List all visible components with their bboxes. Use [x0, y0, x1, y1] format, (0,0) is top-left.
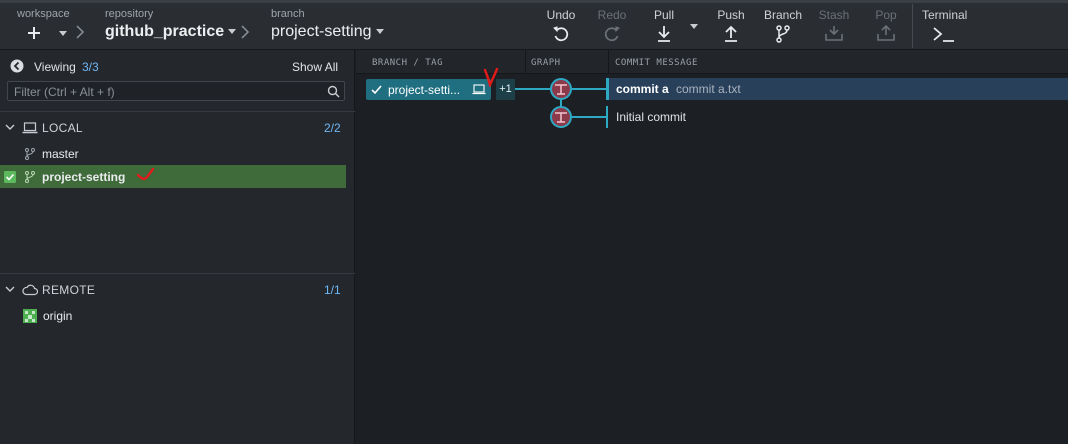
branch-item-master[interactable]: master [0, 144, 355, 164]
terminal-button[interactable]: Terminal [920, 0, 976, 50]
repository-caption: repository [105, 8, 154, 20]
commit-node-avatar-icon[interactable] [550, 78, 572, 100]
terminal-label: Terminal [922, 8, 968, 22]
toolbar-divider [912, 4, 913, 48]
cloud-icon [22, 284, 38, 296]
commit-files: commit a.txt [676, 82, 741, 96]
repository-selector[interactable]: github_practice [105, 23, 237, 41]
commit-graph [515, 78, 606, 128]
arrow-up-icon [725, 25, 737, 42]
red-checkmark-annotation [136, 168, 155, 181]
pull-button[interactable]: Pull [644, 0, 684, 50]
remote-item-origin[interactable]: origin [0, 306, 355, 326]
local-count: 2/2 [324, 121, 341, 135]
chevron-down-icon [375, 29, 384, 35]
column-divider[interactable] [525, 50, 526, 74]
workspace-dropdown-button[interactable] [56, 27, 70, 41]
filter-placeholder: Filter (Ctrl + Alt + f) [14, 85, 115, 99]
chevron-down-icon [5, 286, 15, 292]
viewing-row: Viewing 3/3 Show All [0, 58, 355, 76]
stash-button[interactable]: Stash [812, 0, 856, 50]
toolbar: workspace repository github_practice bra… [0, 0, 1068, 50]
remote-title: REMOTE [42, 283, 96, 297]
stash-icon [825, 26, 843, 41]
branch-item-project-setting[interactable]: project-setting [0, 165, 346, 188]
branch-chip-label: project-setti... [388, 83, 461, 97]
back-arrow-icon[interactable] [10, 59, 24, 73]
push-label: Push [717, 8, 745, 22]
arrow-down-icon [658, 26, 670, 42]
undo-button[interactable]: Undo [540, 0, 582, 50]
remote-item-label: origin [43, 309, 73, 323]
branch-label-chip[interactable]: project-setti... [366, 79, 491, 100]
redo-icon [604, 26, 620, 42]
show-all-button[interactable]: Show All [292, 60, 338, 74]
redo-button[interactable]: Redo [591, 0, 633, 50]
divider [0, 111, 355, 112]
pull-label: Pull [653, 8, 674, 22]
chevron-down-icon [5, 124, 15, 130]
stash-label: Stash [818, 8, 850, 22]
column-divider[interactable] [608, 50, 609, 74]
workspace-caption: workspace [17, 8, 70, 20]
commit-node-avatar-icon[interactable] [550, 106, 572, 128]
commit-summary: Initial commit [616, 110, 687, 124]
divider [0, 273, 355, 274]
commit-row[interactable]: Initial commit [356, 50, 1068, 128]
git-branch-icon [25, 148, 35, 160]
pop-icon [877, 25, 895, 41]
remote-avatar-icon [23, 309, 37, 323]
plus-icon [28, 27, 40, 39]
column-graph: GRAPH [531, 58, 561, 68]
commit-row[interactable]: commit a commit a.txt [606, 78, 1068, 100]
branch-name: project-setting [271, 23, 372, 40]
branch-button[interactable]: Branch [760, 0, 806, 50]
push-button[interactable]: Push [710, 0, 752, 50]
pop-button[interactable]: Pop [864, 0, 908, 50]
viewing-label: Viewing [34, 60, 76, 74]
branch-panel: Viewing 3/3 Show All Filter (Ctrl + Alt … [0, 50, 355, 444]
remote-count: 1/1 [324, 283, 341, 297]
pull-options-button[interactable] [688, 22, 702, 34]
redo-label: Redo [597, 8, 627, 22]
branch-label: Branch [763, 8, 803, 22]
search-icon [327, 85, 340, 98]
column-commit-message: COMMIT MESSAGE [615, 58, 698, 68]
chevron-down-icon [228, 29, 237, 35]
laptop-icon [22, 122, 38, 134]
git-branch-icon [25, 171, 35, 183]
terminal-icon [933, 27, 954, 42]
more-branches-badge[interactable]: +1 [496, 79, 515, 100]
chevron-right-icon [76, 25, 85, 39]
git-branch-icon [776, 25, 790, 43]
chevron-down-icon [59, 31, 67, 36]
branch-selector[interactable]: project-setting [271, 23, 384, 41]
check-icon [371, 85, 382, 95]
undo-icon [553, 26, 569, 42]
checkbox-checked-icon[interactable] [4, 171, 16, 183]
pop-label: Pop [875, 8, 897, 22]
chevron-down-icon [690, 24, 698, 29]
undo-label: Undo [546, 8, 576, 22]
branch-item-label: master [42, 147, 79, 161]
repository-name: github_practice [105, 23, 225, 40]
filter-input[interactable]: Filter (Ctrl + Alt + f) [7, 81, 345, 101]
commit-graph-panel: BRANCH / TAG GRAPH COMMIT MESSAGE commit… [356, 50, 1068, 444]
commit-summary: commit a [616, 82, 669, 96]
local-title: LOCAL [42, 121, 83, 135]
viewing-count: 3/3 [82, 60, 99, 74]
branch-caption: branch [271, 8, 305, 20]
column-branch-tag: BRANCH / TAG [372, 58, 444, 68]
local-section-header[interactable]: LOCAL 2/2 [0, 119, 355, 137]
remote-section-header[interactable]: REMOTE 1/1 [0, 281, 355, 299]
column-header: BRANCH / TAG GRAPH COMMIT MESSAGE [356, 50, 1068, 74]
chevron-right-icon [241, 25, 250, 39]
branch-item-label: project-setting [42, 170, 126, 184]
add-workspace-button[interactable] [24, 24, 44, 42]
